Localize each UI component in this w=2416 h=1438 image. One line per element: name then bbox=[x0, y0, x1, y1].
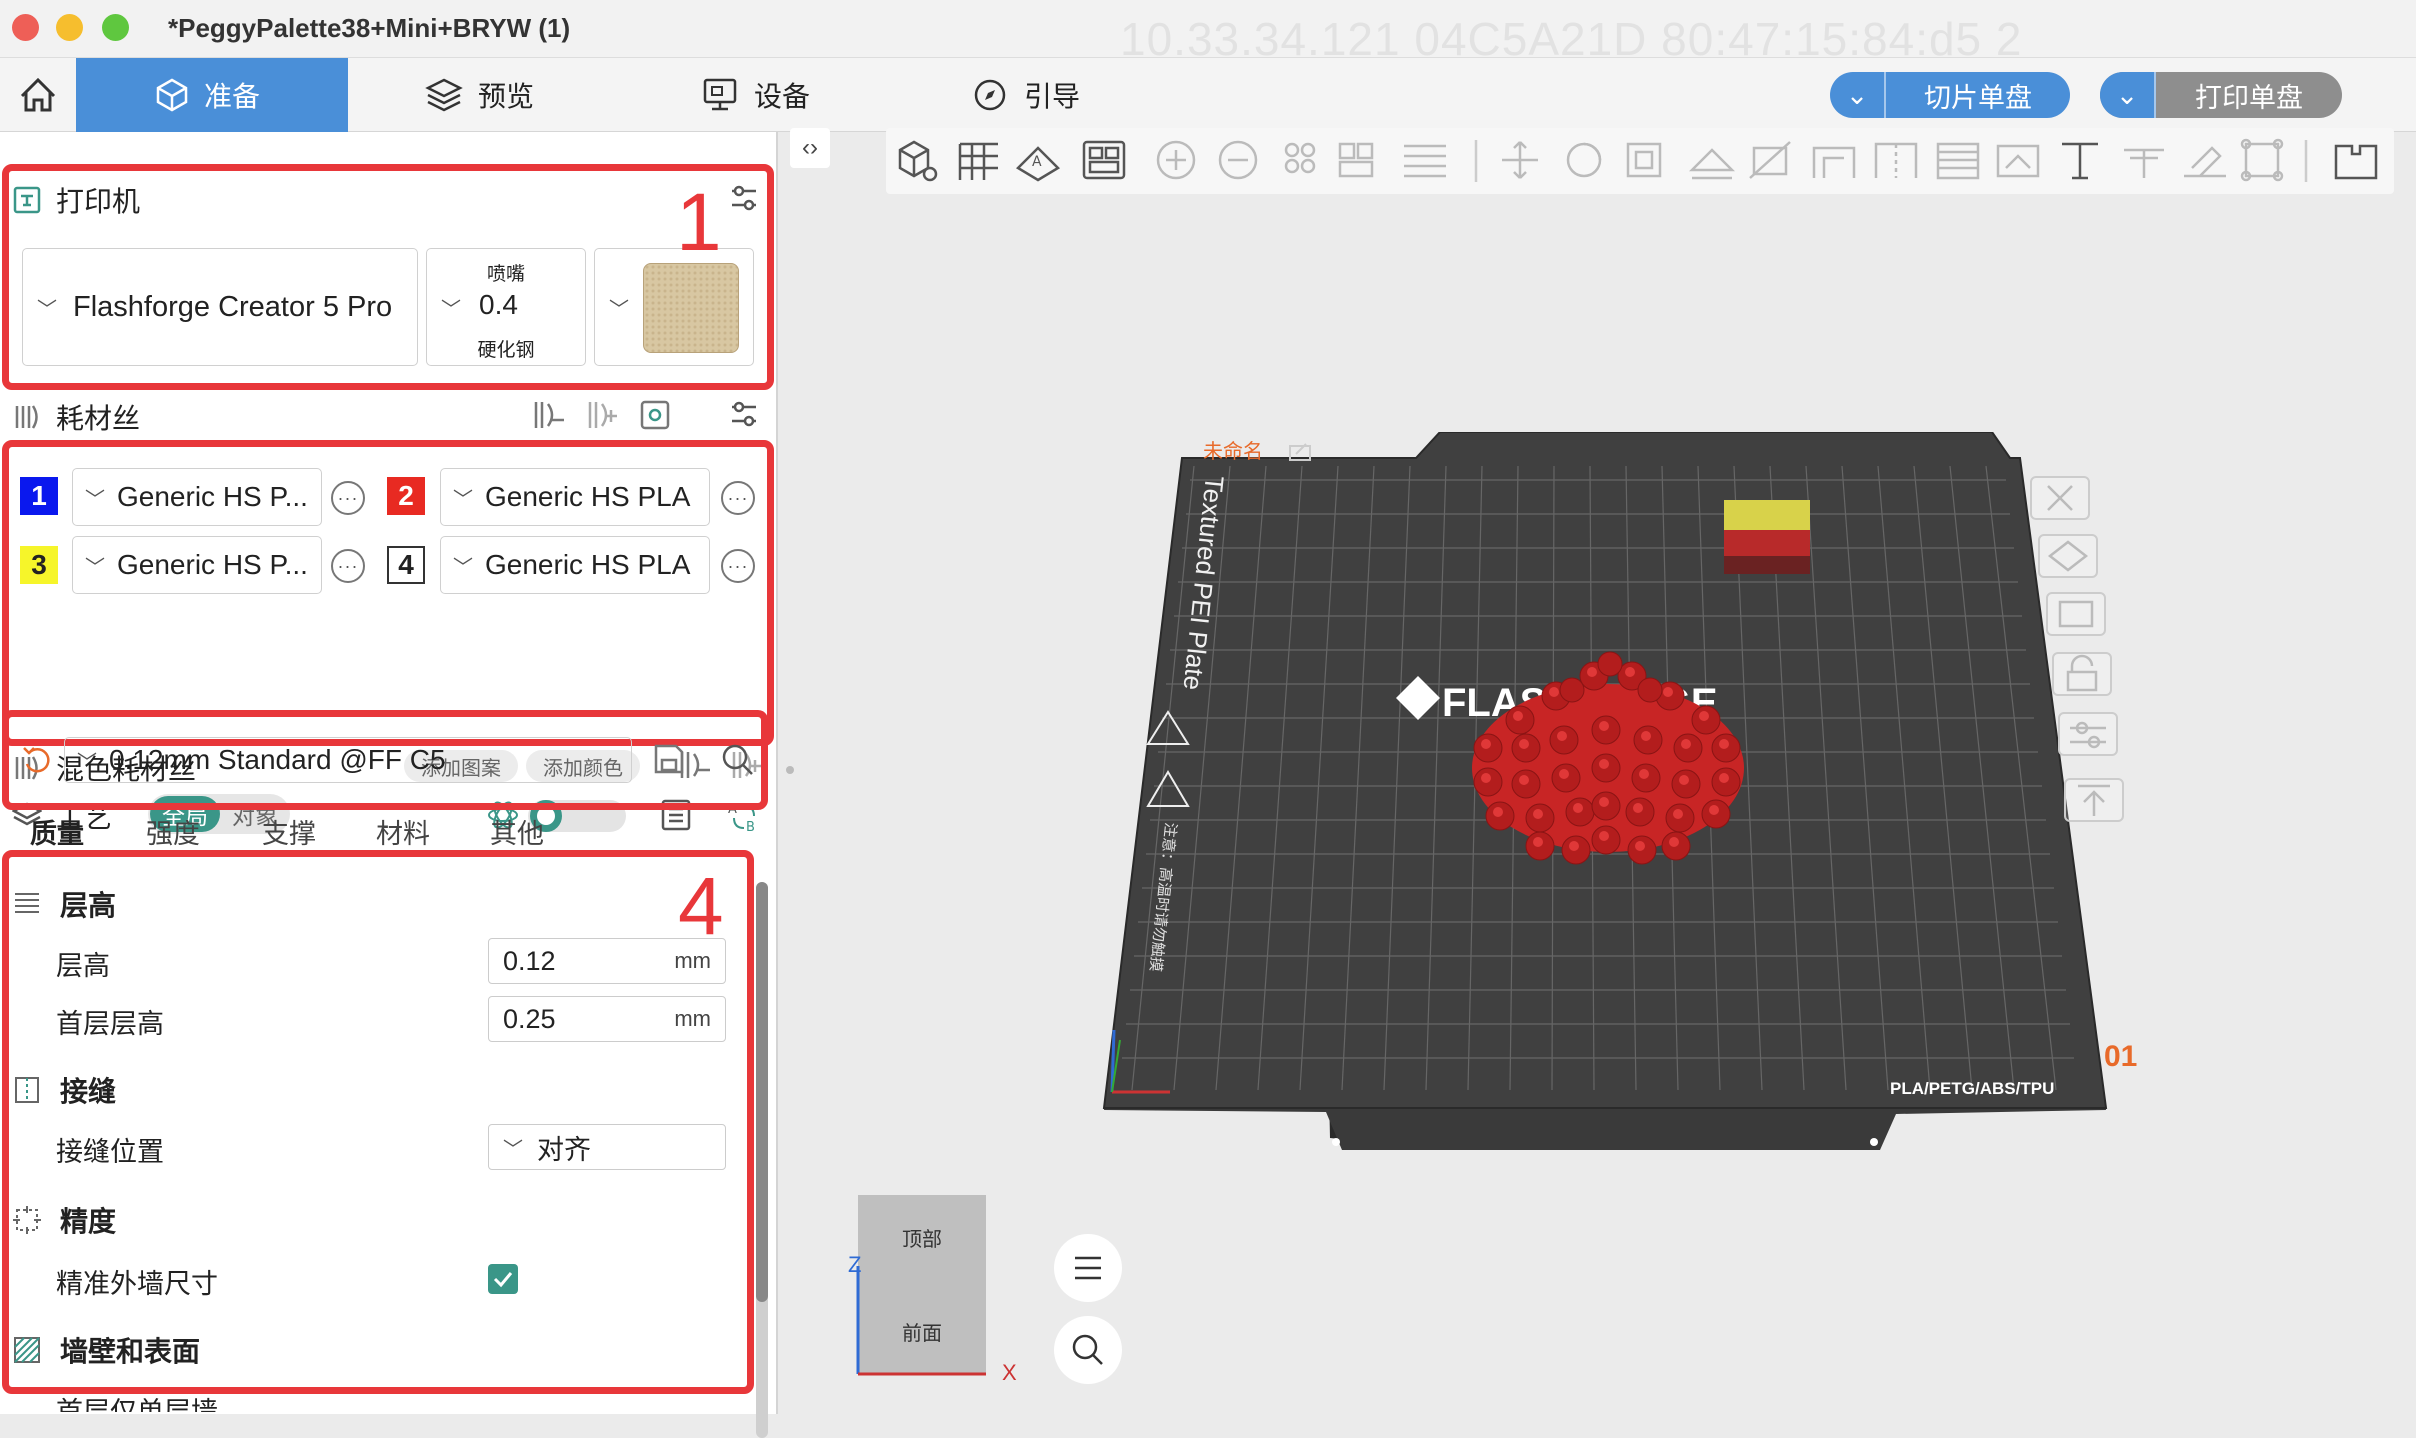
filament-sync-icon[interactable] bbox=[530, 398, 566, 432]
color-paint-icon bbox=[1936, 142, 1980, 180]
cube-icon bbox=[156, 78, 188, 112]
support-paint-icon bbox=[1812, 146, 1856, 178]
filament-settings-icon[interactable] bbox=[728, 398, 760, 430]
subtab-strength[interactable]: 强度 bbox=[146, 812, 200, 851]
highlight-box-3 bbox=[2, 710, 768, 810]
home-icon bbox=[20, 77, 56, 112]
yellow-object[interactable] bbox=[1724, 500, 1810, 574]
tab-prepare-label: 准备 bbox=[204, 81, 261, 112]
device-icon bbox=[703, 78, 737, 111]
plate-materials-text: PLA/PETG/ABS/TPU bbox=[1890, 1079, 2054, 1098]
settings-panel: 打印机 ﹀ Flashforge Creator 5 Pro 喷嘴 ﹀ 0.4 … bbox=[0, 132, 830, 1438]
x-axis-label: X bbox=[1002, 1360, 1017, 1385]
tab-guide[interactable]: 引导 bbox=[950, 58, 1080, 132]
toolbar-icons: A bbox=[898, 138, 2378, 182]
filament-icon bbox=[15, 405, 38, 429]
maximize-window-button[interactable] bbox=[102, 14, 129, 41]
seam-paint-icon bbox=[1874, 142, 1918, 178]
layers-icon bbox=[425, 78, 463, 112]
subtab-other[interactable]: 其他 bbox=[490, 812, 544, 851]
add-instance-icon bbox=[1156, 140, 1196, 180]
scrollbar-thumb[interactable] bbox=[756, 882, 768, 1302]
slice-plate-button[interactable]: ⌄ 切片单盘 bbox=[1830, 72, 2070, 118]
filament-add-icon[interactable] bbox=[584, 398, 620, 432]
bounding-box-icon bbox=[2240, 138, 2284, 182]
text-icon bbox=[2062, 142, 2098, 180]
tab-device-label: 设备 bbox=[754, 81, 811, 112]
compass-icon bbox=[974, 79, 1006, 111]
view-top-label[interactable]: 顶部 bbox=[858, 1223, 986, 1252]
plate-lock-icon[interactable] bbox=[2052, 652, 2112, 696]
arrange-icon bbox=[1082, 140, 1126, 180]
split-objects-icon bbox=[1284, 142, 1316, 174]
print-plate-button[interactable]: ⌄ 打印单盘 bbox=[2100, 72, 2342, 118]
filament-spool-icon[interactable] bbox=[638, 398, 674, 432]
plate-number-label: 01 bbox=[2104, 1040, 2137, 1073]
subtab-quality[interactable]: 质量 bbox=[30, 812, 84, 851]
title-bar: *PeggyPalette38+Mini+BRYW (1) 10.33.34.1… bbox=[0, 0, 2416, 65]
view-axes bbox=[856, 1266, 986, 1376]
home-button[interactable] bbox=[0, 58, 76, 132]
plate-move-top-icon[interactable] bbox=[2064, 778, 2124, 822]
highlight-box-2 bbox=[2, 440, 774, 746]
measure-icon bbox=[2124, 148, 2164, 178]
plate-arrange-icon[interactable] bbox=[2046, 592, 2106, 636]
marker-4: 4 bbox=[678, 861, 724, 952]
slice-dropdown-chevron-icon[interactable]: ⌄ bbox=[1830, 72, 1886, 118]
close-window-button[interactable] bbox=[12, 14, 39, 41]
window-title: *PeggyPalette38+Mini+BRYW (1) bbox=[168, 13, 571, 43]
minimize-window-button[interactable] bbox=[56, 14, 83, 41]
svg-text:B: B bbox=[746, 820, 755, 834]
z-axis-label: Z bbox=[848, 1252, 862, 1277]
scale-icon bbox=[1626, 142, 1662, 178]
print-plate-label: 打印单盘 bbox=[2195, 82, 2303, 113]
subtab-support[interactable]: 支撑 bbox=[262, 812, 316, 851]
lay-on-face-icon bbox=[1688, 148, 1736, 180]
tab-device[interactable]: 设备 bbox=[680, 58, 810, 132]
menu-icon bbox=[1075, 1256, 1101, 1280]
view-menu-button[interactable] bbox=[1054, 1234, 1122, 1302]
search-icon bbox=[1072, 1334, 1103, 1365]
rotate-icon bbox=[1566, 142, 1602, 178]
marker-1: 1 bbox=[676, 177, 722, 268]
layers-edit-icon bbox=[1404, 144, 1446, 178]
highlight-box-1 bbox=[2, 164, 774, 390]
filament-header: 耗材丝 bbox=[12, 397, 140, 437]
panel-drag-handle[interactable] bbox=[786, 766, 794, 774]
build-plate[interactable]: Textured PEI Plate 注意：高温时请勿触摸 FLASHFORGE… bbox=[1090, 432, 2150, 1162]
slice-plate-label: 切片单盘 bbox=[1924, 82, 2032, 113]
view-zoom-button[interactable] bbox=[1054, 1316, 1122, 1384]
tab-guide-label: 引导 bbox=[1024, 81, 1081, 112]
print-dropdown-chevron-icon[interactable]: ⌄ bbox=[2100, 72, 2156, 118]
cut-icon bbox=[1749, 141, 1791, 179]
emboss-icon bbox=[1996, 144, 2040, 178]
top-nav: 准备 预览 设备 引导 ⌄ 切片单盘 ⌄ 打印单盘 bbox=[0, 58, 2416, 132]
viewport-toolbar: A bbox=[886, 128, 2394, 194]
assembly-icon bbox=[2184, 146, 2226, 178]
add-object-icon bbox=[898, 140, 938, 182]
subtab-material[interactable]: 材料 bbox=[376, 812, 430, 851]
grid-add-icon bbox=[958, 142, 998, 180]
remove-instance-icon bbox=[1218, 140, 1258, 180]
split-parts-icon bbox=[1338, 142, 1374, 178]
plate-name-label[interactable]: 未命名 bbox=[1203, 439, 1263, 463]
highlight-box-4 bbox=[2, 850, 754, 1394]
move-icon bbox=[1502, 141, 1538, 179]
collapse-panel-button[interactable]: ‹› bbox=[790, 128, 830, 168]
svg-text:A: A bbox=[1032, 154, 1042, 170]
filament-title: 耗材丝 bbox=[56, 403, 141, 434]
plate-icon: A bbox=[1015, 146, 1061, 182]
plate-auto-orient-icon[interactable] bbox=[2038, 534, 2098, 578]
tab-preview[interactable]: 预览 bbox=[404, 58, 534, 132]
puzzle-icon bbox=[2334, 144, 2378, 180]
tab-preview-label: 预览 bbox=[478, 81, 535, 112]
plate-settings-icon[interactable] bbox=[2058, 712, 2118, 756]
tab-prepare[interactable]: 准备 bbox=[76, 58, 348, 132]
plate-close-icon[interactable] bbox=[2030, 476, 2090, 520]
